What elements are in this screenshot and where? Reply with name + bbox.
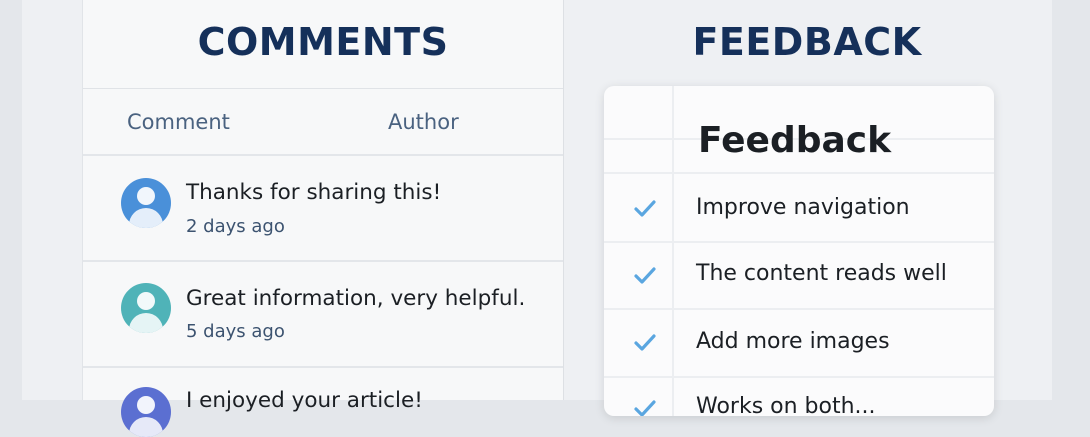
column-header-author[interactable]: Author (388, 110, 459, 134)
feedback-title: FEEDBACK (692, 20, 922, 64)
comments-title: COMMENTS (197, 20, 449, 64)
divider (604, 376, 994, 378)
feedback-item-label: The content reads well (696, 261, 947, 286)
divider (83, 88, 563, 89)
feedback-item-label: Add more images (696, 329, 890, 354)
divider (83, 260, 563, 262)
comments-panel: COMMENTS Comment Author Thanks for shari… (82, 0, 564, 437)
comment-time: 5 days ago (186, 321, 285, 342)
comment-text: Thanks for sharing this! (186, 180, 442, 205)
avatar (121, 178, 171, 228)
comment-text: I enjoyed your article! (186, 388, 423, 413)
comment-text: Great information, very helpful. (186, 286, 526, 311)
divider (672, 86, 674, 416)
column-header-comment[interactable]: Comment (127, 110, 230, 134)
divider (604, 308, 994, 310)
app-frame: COMMENTS Comment Author Thanks for shari… (22, 0, 1052, 437)
divider (604, 172, 994, 174)
check-icon (634, 334, 656, 351)
comment-time: 2 days ago (186, 216, 285, 237)
feedback-item-label: Works on both... (696, 394, 876, 416)
feedback-heading: Feedback (698, 120, 892, 161)
avatar (121, 283, 171, 333)
check-icon (634, 200, 656, 217)
divider (83, 366, 563, 368)
check-icon (634, 267, 656, 284)
divider (83, 154, 563, 156)
check-icon (634, 400, 656, 416)
avatar (121, 387, 171, 437)
feedback-card: Feedback Improve navigation The content … (604, 86, 994, 416)
divider (604, 241, 994, 243)
feedback-item-label: Improve navigation (696, 195, 910, 220)
